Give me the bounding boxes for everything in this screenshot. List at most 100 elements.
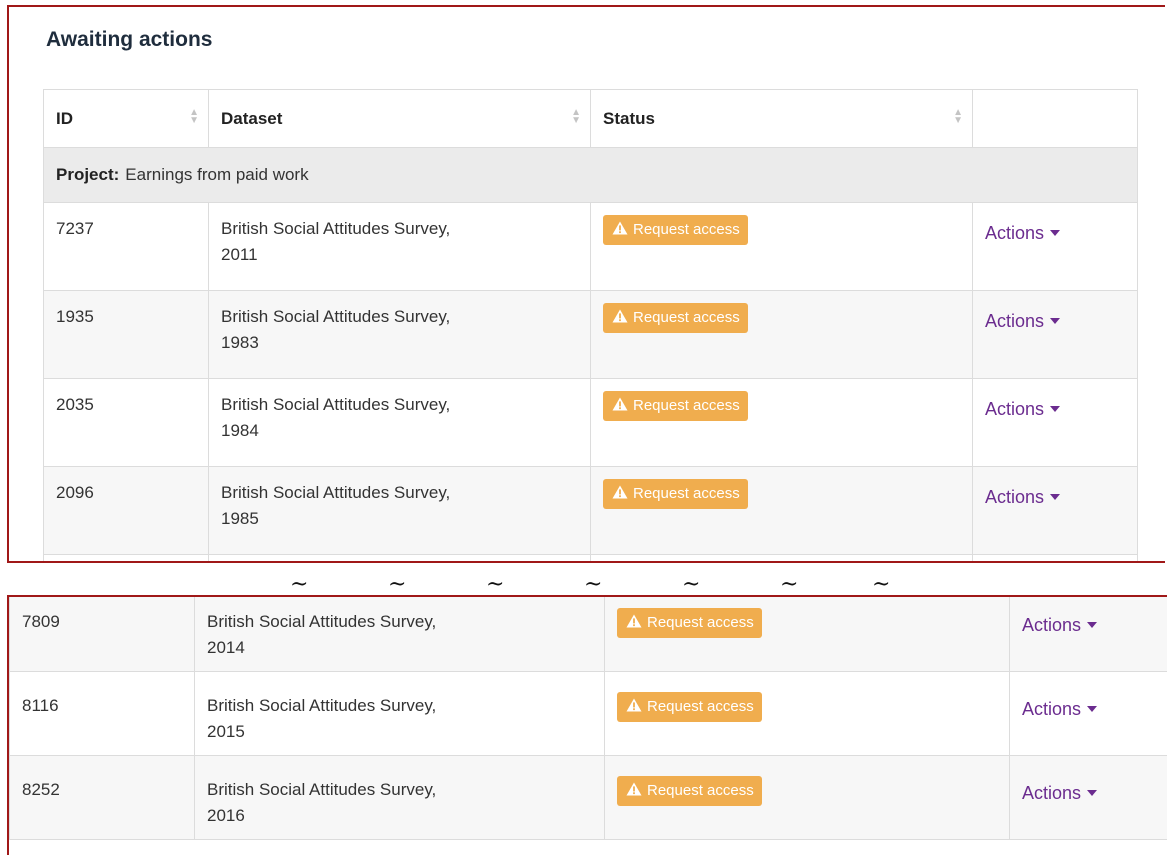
warning-triangle-icon — [626, 614, 642, 628]
cell-status: Request access — [605, 595, 1010, 672]
cell-actions: Actions — [1010, 756, 1167, 840]
actions-label: Actions — [985, 487, 1044, 507]
caret-down-icon — [1087, 706, 1097, 712]
column-header-id[interactable]: ID ▲▼ — [44, 90, 209, 148]
status-badge-label: Request access — [647, 782, 754, 799]
cell-dataset: British Social Attitudes Survey, 2015 — [195, 672, 605, 756]
project-group-cell: Project:Earnings from paid work — [44, 148, 1138, 203]
separator-tilde: ~ — [682, 572, 700, 597]
column-header-dataset[interactable]: Dataset ▲▼ — [209, 90, 591, 148]
status-badge: Request access — [617, 608, 762, 638]
actions-dropdown-button[interactable]: Actions — [1022, 612, 1097, 638]
separator-tilde: ~ — [388, 572, 406, 597]
warning-triangle-icon — [612, 309, 628, 323]
dataset-year: 2016 — [207, 806, 245, 825]
warning-triangle-icon — [626, 782, 642, 796]
warning-triangle-icon — [612, 485, 628, 499]
cell-id: 7237 — [44, 203, 209, 291]
dataset-id: 7237 — [56, 219, 94, 238]
table-row: 2096British Social Attitudes Survey,1985… — [44, 467, 1138, 555]
awaiting-actions-table: ID ▲▼ Dataset ▲▼ Status ▲▼ Projec — [43, 89, 1138, 563]
dataset-id: 8252 — [22, 780, 60, 799]
dataset-title: British Social Attitudes Survey, — [221, 307, 450, 326]
separator-tilde: ~ — [872, 572, 890, 597]
column-header-status[interactable]: Status ▲▼ — [591, 90, 973, 148]
column-header-actions — [973, 90, 1138, 148]
caret-down-icon — [1087, 622, 1097, 628]
cell-dataset: British Social Attitudes Survey,1984 — [209, 379, 591, 467]
actions-dropdown-button[interactable]: Actions — [985, 220, 1060, 246]
table-row: 8116 British Social Attitudes Survey, 2015… — [10, 672, 1167, 756]
sort-icon[interactable]: ▲▼ — [571, 109, 581, 125]
status-badge-label: Request access — [633, 397, 740, 414]
dataset-id: 2035 — [56, 395, 94, 414]
dataset-id: 2096 — [56, 483, 94, 502]
caret-down-icon — [1050, 318, 1060, 324]
table-row: 7237 British Social Attitudes Survey,2011… — [44, 203, 1138, 291]
caret-down-icon — [1050, 230, 1060, 236]
status-badge: Request access — [603, 215, 748, 245]
caret-down-icon — [1087, 790, 1097, 796]
truncation-separator: ~ ~ ~ ~ ~ ~ ~ — [0, 562, 1167, 592]
cell-id: 7809 — [10, 595, 195, 672]
section-title: Awaiting actions — [46, 28, 212, 52]
status-badge-label: Request access — [633, 485, 740, 502]
cell-actions: Actions — [973, 379, 1138, 467]
dataset-id: 7809 — [22, 612, 60, 631]
actions-dropdown-button[interactable]: Actions — [985, 484, 1060, 510]
cell-id: 8116 — [10, 672, 195, 756]
separator-tilde: ~ — [290, 572, 308, 597]
dataset-year: 1985 — [221, 509, 259, 528]
dataset-title: British Social Attitudes Survey, — [221, 219, 450, 238]
cell-id: 2035 — [44, 379, 209, 467]
sort-icon[interactable]: ▲▼ — [953, 109, 963, 125]
status-badge: Request access — [617, 692, 762, 722]
dataset-title: British Social Attitudes Survey, — [207, 696, 436, 715]
warning-triangle-icon — [612, 221, 628, 235]
cell-id: 2096 — [44, 467, 209, 555]
caret-down-icon — [1050, 406, 1060, 412]
awaiting-actions-panel-top: Awaiting actions ID ▲▼ Dataset ▲▼ Status… — [7, 5, 1165, 563]
status-badge: Request access — [603, 303, 748, 333]
awaiting-actions-panel-bottom: 7809 British Social Attitudes Survey, 2014… — [7, 595, 1167, 855]
dataset-year: 2014 — [207, 638, 245, 657]
cell-actions: Actions — [1010, 672, 1167, 756]
dataset-id: 8116 — [22, 696, 59, 715]
column-header-label: ID — [56, 109, 73, 128]
column-header-label: Status — [603, 109, 655, 128]
cell-id: 1935 — [44, 291, 209, 379]
separator-tilde: ~ — [584, 572, 602, 597]
actions-dropdown-button[interactable]: Actions — [985, 308, 1060, 334]
table-row: 2035 British Social Attitudes Survey,1984… — [44, 379, 1138, 467]
status-badge-label: Request access — [647, 614, 754, 631]
project-group-row: Project:Earnings from paid work — [44, 148, 1138, 203]
caret-down-icon — [1050, 494, 1060, 500]
table-row: 7809 British Social Attitudes Survey, 2014… — [10, 595, 1167, 672]
dataset-year: 2015 — [207, 722, 245, 741]
cell-dataset: British Social Attitudes Survey,2011 — [209, 203, 591, 291]
actions-label: Actions — [985, 223, 1044, 243]
cell-actions: Actions — [973, 203, 1138, 291]
cell-status: Request access — [591, 291, 973, 379]
dataset-title: British Social Attitudes Survey, — [221, 395, 450, 414]
sort-icon[interactable]: ▲▼ — [189, 109, 199, 125]
cell-dataset: British Social Attitudes Survey,2016 — [195, 756, 605, 840]
table-header-row: ID ▲▼ Dataset ▲▼ Status ▲▼ — [44, 90, 1138, 148]
dataset-id: 1935 — [56, 307, 94, 326]
actions-label: Actions — [1022, 699, 1081, 719]
awaiting-actions-table-continued: 7809 British Social Attitudes Survey, 2014… — [9, 595, 1167, 840]
table-row: 1935British Social Attitudes Survey,1983… — [44, 291, 1138, 379]
cell-dataset: British Social Attitudes Survey, 2014 — [195, 595, 605, 672]
dataset-title: British Social Attitudes Survey, — [207, 612, 436, 631]
separator-tilde: ~ — [486, 572, 504, 597]
status-badge-label: Request access — [647, 698, 754, 715]
actions-label: Actions — [1022, 615, 1081, 635]
actions-dropdown-button[interactable]: Actions — [1022, 696, 1097, 722]
actions-dropdown-button[interactable]: Actions — [1022, 780, 1097, 806]
status-badge-label: Request access — [633, 221, 740, 238]
cell-actions: Actions — [973, 467, 1138, 555]
actions-dropdown-button[interactable]: Actions — [985, 396, 1060, 422]
project-name: Earnings from paid work — [125, 165, 308, 184]
warning-triangle-icon — [626, 698, 642, 712]
actions-label: Actions — [985, 399, 1044, 419]
